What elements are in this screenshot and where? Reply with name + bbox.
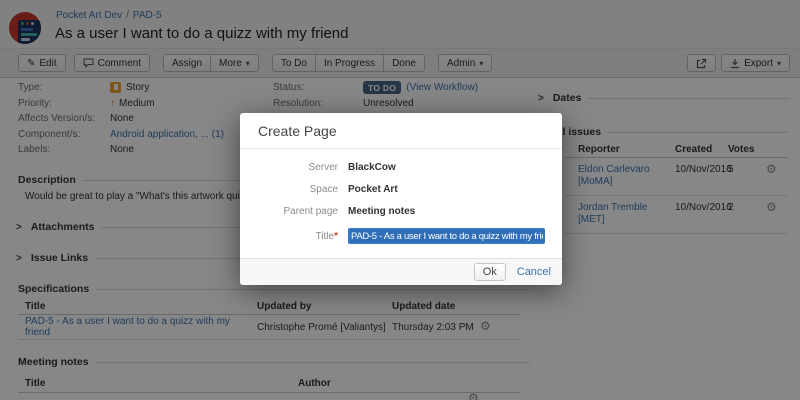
- create-page-dialog: Create Page Server BlackCow Space Pocket A…: [240, 113, 562, 285]
- server-label: Server: [250, 162, 338, 173]
- dialog-title: Create Page: [240, 113, 562, 149]
- page-title-input[interactable]: PAD-5 - As a user I want to do a quizz w…: [348, 228, 545, 244]
- cancel-link[interactable]: Cancel: [517, 266, 551, 278]
- parent-page-label: Parent page: [250, 206, 338, 217]
- parent-page-value: Meeting notes: [348, 206, 415, 217]
- server-value: BlackCow: [348, 162, 396, 173]
- jira-issue-page: Pocket Art Dev/PAD-5 As a user I want to…: [0, 0, 800, 400]
- required-marker: *: [334, 231, 338, 242]
- title-field-label: Title*: [250, 231, 338, 242]
- space-label: Space: [250, 184, 338, 195]
- space-value: Pocket Art: [348, 184, 398, 195]
- ok-button[interactable]: Ok: [474, 263, 506, 281]
- selected-input-text: PAD-5 - As a user I want to do a quizz w…: [350, 230, 545, 243]
